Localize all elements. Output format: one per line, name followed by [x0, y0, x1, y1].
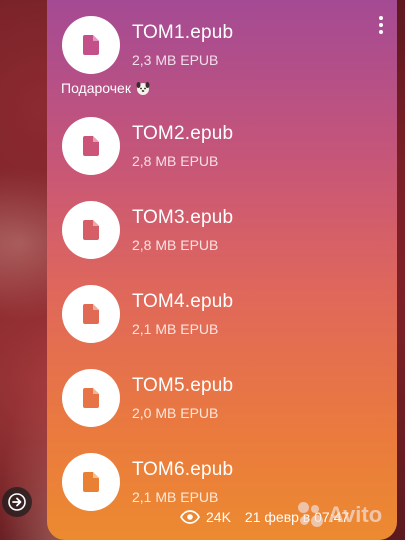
file-name[interactable]: ТОМ1.epub [132, 22, 233, 44]
file-size: 2,8 MB EPUB [132, 153, 219, 169]
file-name[interactable]: ТОМ2.epub [132, 123, 233, 145]
view-count: 24K [206, 509, 231, 525]
document-icon[interactable] [62, 453, 120, 511]
forward-button[interactable] [2, 487, 32, 517]
file-name[interactable]: ТОМ6.epub [132, 459, 233, 481]
caption-text: Подарочек [61, 80, 131, 96]
message-bubble[interactable]: ТОМ1.epub 2,3 MB EPUB Подарочек ТОМ2.epu… [47, 0, 397, 540]
file-size: 2,1 MB EPUB [132, 321, 219, 337]
eye-icon [180, 510, 200, 524]
avito-watermark: Avito [298, 500, 398, 530]
more-vertical-icon[interactable] [379, 16, 385, 34]
file-name[interactable]: ТОМ3.epub [132, 207, 233, 229]
document-icon[interactable] [62, 369, 120, 427]
file-size: 2,1 MB EPUB [132, 489, 219, 505]
file-size: 2,3 MB EPUB [132, 52, 219, 68]
avito-logo-icon [298, 502, 324, 528]
file-attachment[interactable]: ТОМ4.epub 2,1 MB EPUB [62, 285, 362, 347]
file-size: 2,8 MB EPUB [132, 237, 219, 253]
file-name[interactable]: ТОМ4.epub [132, 291, 233, 313]
document-icon[interactable] [62, 16, 120, 74]
document-icon[interactable] [62, 201, 120, 259]
file-size: 2,0 MB EPUB [132, 405, 219, 421]
file-attachment[interactable]: ТОМ2.epub 2,8 MB EPUB [62, 117, 362, 179]
file-name[interactable]: ТОМ5.epub [132, 375, 233, 397]
dog-emoji-icon [136, 82, 150, 95]
document-icon[interactable] [62, 285, 120, 343]
forward-arrow-icon [8, 493, 26, 511]
watermark-text: Avito [328, 502, 383, 527]
document-icon[interactable] [62, 117, 120, 175]
file-attachment[interactable]: ТОМ1.epub 2,3 MB EPUB [62, 16, 362, 78]
file-attachment[interactable]: ТОМ3.epub 2,8 MB EPUB [62, 201, 362, 263]
message-caption: Подарочек [61, 80, 151, 96]
file-attachment[interactable]: ТОМ5.epub 2,0 MB EPUB [62, 369, 362, 431]
